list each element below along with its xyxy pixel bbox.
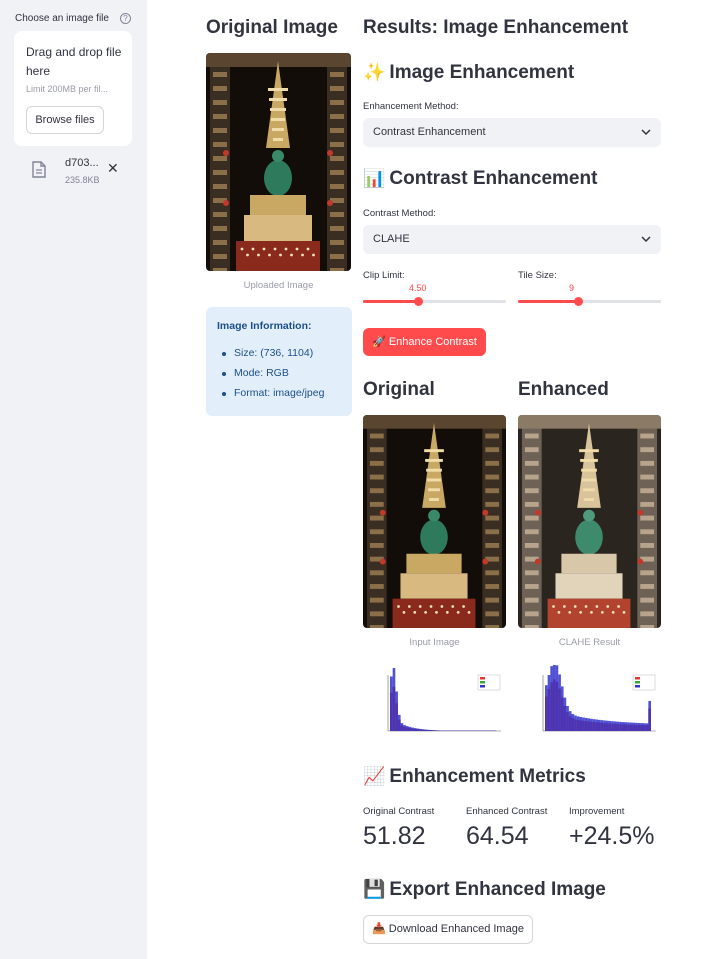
download-enhanced-image-button[interactable]: 📥 Download Enhanced Image — [363, 915, 533, 944]
input-image — [363, 415, 506, 628]
original-subtitle: Original — [363, 379, 435, 400]
contrast-method-label: Contrast Method: — [363, 208, 436, 219]
tile-size-fill — [518, 300, 579, 303]
contrast-method-value: CLAHE — [373, 233, 410, 245]
contrast-method-select[interactable]: CLAHE — [363, 225, 661, 254]
enhanced-histogram — [518, 665, 661, 743]
metric-label-original: Original Contrast — [363, 806, 435, 817]
clip-limit-slider-handle[interactable] — [413, 297, 423, 306]
image-info-box: Image Information: Size: (736, 1104) Mod… — [206, 307, 352, 416]
chevron-down-icon — [641, 236, 651, 243]
clip-limit-value: 4.50 — [409, 283, 427, 293]
method-label: Enhancement Method: — [363, 101, 459, 112]
enhance-contrast-button[interactable]: 🚀 Enhance Contrast — [363, 328, 486, 356]
original-histogram — [363, 665, 506, 743]
original-image-title: Original Image — [206, 17, 338, 38]
floppy-disk-icon: 💾 — [363, 879, 386, 899]
metric-value-original: 51.82 — [363, 822, 426, 850]
file-icon — [32, 161, 46, 178]
tile-size-slider-handle[interactable] — [573, 297, 583, 306]
clip-limit-label: Clip Limit: — [363, 270, 405, 281]
metric-label-enhanced: Enhanced Contrast — [466, 806, 548, 817]
uploader-label: Choose an image file — [15, 13, 109, 24]
question-circle-icon[interactable]: ? — [120, 13, 131, 24]
enhancement-metrics-heading: 📈 Enhancement Metrics — [363, 766, 586, 788]
clahe-result-caption: CLAHE Result — [558, 637, 621, 648]
uploaded-image-caption: Uploaded Image — [243, 280, 314, 291]
enhanced-subtitle: Enhanced — [518, 379, 609, 400]
export-heading: 💾 Export Enhanced Image — [363, 879, 606, 901]
info-format: Format: image/jpeg — [220, 387, 324, 407]
export-heading-text: Export Enhanced Image — [389, 879, 606, 900]
chevron-down-icon — [641, 129, 651, 136]
enhancement-metrics-heading-text: Enhancement Metrics — [389, 766, 586, 787]
input-image-caption: Input Image — [409, 637, 460, 648]
metric-value-enhanced: 64.54 — [466, 822, 529, 850]
tile-size-label: Tile Size: — [518, 270, 557, 281]
sidebar: Choose an image file ? Drag and drop fil… — [0, 0, 147, 959]
info-title: Image Information: — [217, 320, 312, 332]
dropzone-limit: Limit 200MB per fil... — [26, 84, 109, 94]
close-icon[interactable]: ✕ — [107, 161, 119, 175]
contrast-enhancement-heading-text: Contrast Enhancement — [389, 168, 598, 189]
results-title: Results: Image Enhancement — [363, 17, 629, 38]
image-enhancement-heading-text: Image Enhancement — [389, 62, 575, 83]
image-enhancement-heading: ✨ Image Enhancement — [363, 62, 574, 84]
contrast-enhancement-heading: 📊 Contrast Enhancement — [363, 168, 597, 190]
info-mode: Mode: RGB — [220, 367, 324, 387]
uploaded-image — [206, 53, 351, 271]
browse-files-button[interactable]: Browse files — [26, 106, 104, 134]
sparkles-icon: ✨ — [363, 62, 386, 82]
file-name: d703... — [65, 157, 99, 169]
dropzone-title: Drag and drop file here — [26, 45, 122, 78]
enhancement-method-value: Contrast Enhancement — [373, 126, 486, 138]
chart-increasing-icon: 📈 — [363, 766, 386, 786]
metric-value-improvement: +24.5% — [569, 822, 655, 850]
uploaded-file-item: d703... 235.8KB ✕ — [14, 150, 132, 190]
file-size: 235.8KB — [65, 175, 100, 185]
metric-label-improvement: Improvement — [569, 806, 625, 817]
clahe-result-image — [518, 415, 661, 628]
info-size: Size: (736, 1104) — [220, 347, 324, 367]
tile-size-value: 9 — [569, 283, 575, 293]
bar-chart-icon: 📊 — [363, 168, 386, 188]
clip-limit-fill — [363, 300, 419, 303]
file-dropzone[interactable]: Drag and drop file here Limit 200MB per … — [14, 31, 132, 146]
info-list: Size: (736, 1104) Mode: RGB Format: imag… — [220, 347, 324, 407]
enhancement-method-select[interactable]: Contrast Enhancement — [363, 118, 661, 147]
